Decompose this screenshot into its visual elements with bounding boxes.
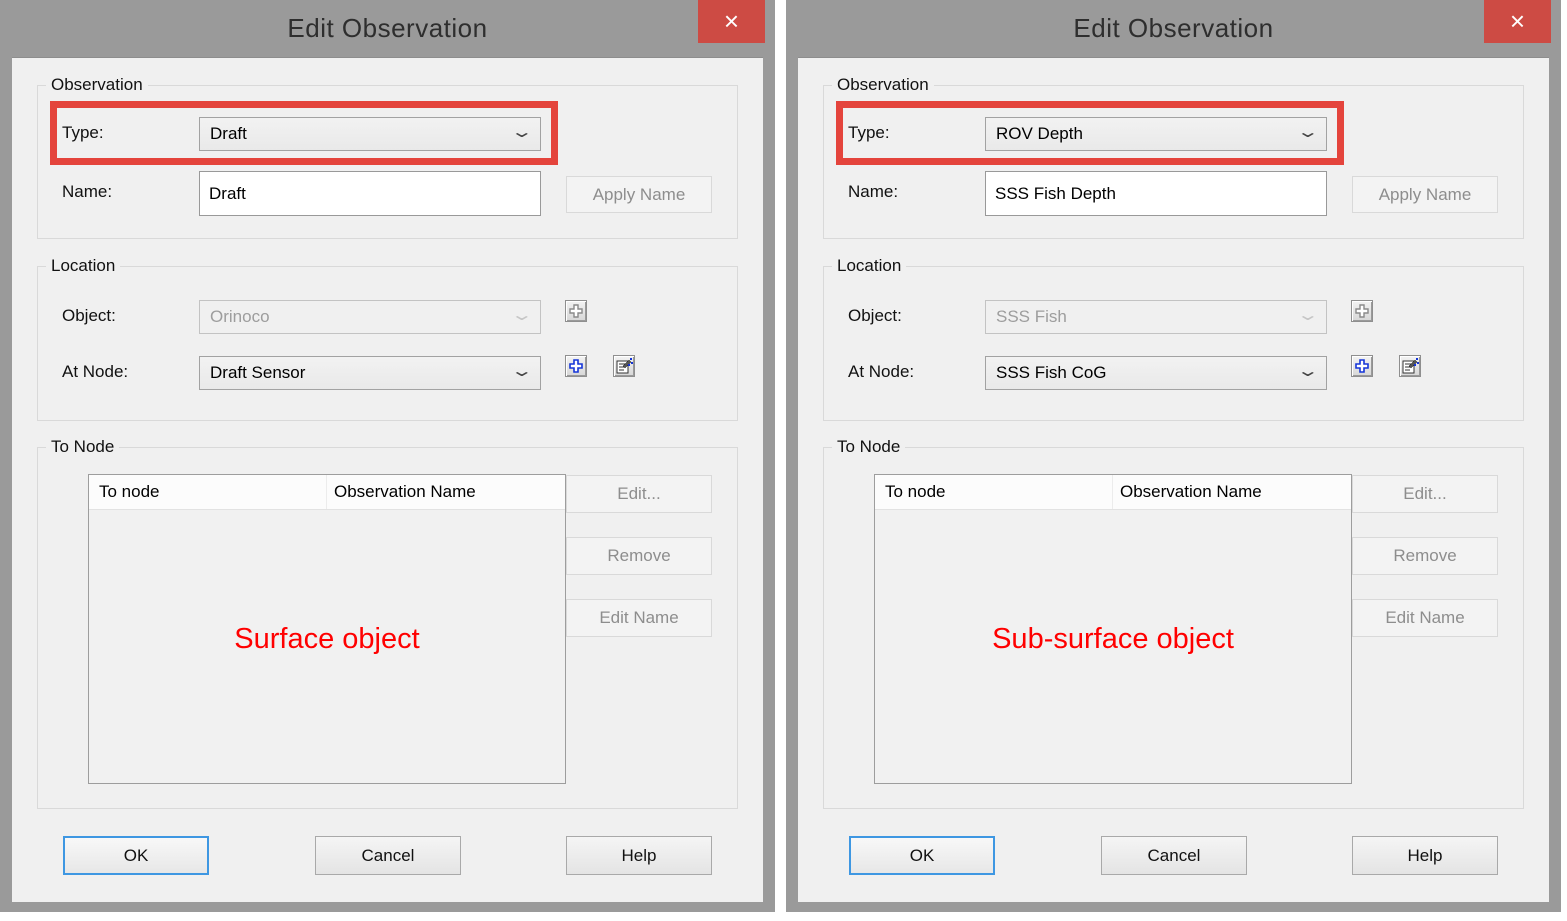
edit-observation-dialog-left: Edit Observation × Observation Type: Dra… (0, 0, 775, 912)
name-input[interactable] (985, 171, 1327, 216)
edit-name-button[interactable]: Edit Name (1352, 599, 1498, 637)
chevron-down-icon: ⌄ (1296, 305, 1320, 325)
to-node-group-label: To Node (832, 437, 905, 457)
edit-name-button[interactable]: Edit Name (566, 599, 712, 637)
chevron-down-icon: ⌄ (1296, 361, 1320, 381)
object-select-value: Orinoco (210, 307, 270, 327)
observation-group-label: Observation (832, 75, 934, 95)
close-button[interactable]: × (698, 0, 765, 43)
apply-name-button[interactable]: Apply Name (566, 176, 712, 213)
add-node-icon (568, 358, 584, 374)
type-select-value: Draft (210, 124, 247, 144)
dialog-title: Edit Observation (287, 13, 487, 44)
at-node-select[interactable]: SSS Fish CoG ⌄ (985, 356, 1327, 390)
edit-node-properties-button[interactable] (613, 355, 635, 377)
close-button[interactable]: × (1484, 0, 1551, 43)
close-icon: × (724, 6, 739, 37)
dialog-panel: Observation Type: ROV Depth ⌄ Name: Appl… (798, 57, 1549, 902)
object-label: Object: (848, 306, 902, 326)
type-select[interactable]: ROV Depth ⌄ (985, 117, 1327, 151)
help-button[interactable]: Help (1352, 836, 1498, 875)
column-header-observation-name[interactable]: Observation Name (1113, 475, 1351, 509)
edit-node-properties-icon (1401, 357, 1419, 375)
to-node-table-header: To node Observation Name (875, 475, 1351, 510)
object-label: Object: (62, 306, 116, 326)
dialog-panel: Observation Type: Draft ⌄ Name: Apply Na… (12, 57, 763, 902)
add-object-button[interactable] (565, 300, 587, 322)
type-select-value: ROV Depth (996, 124, 1083, 144)
to-node-table[interactable]: To node Observation Name Surface object (88, 474, 566, 784)
titlebar[interactable]: Edit Observation × (0, 0, 775, 57)
observation-group-label: Observation (46, 75, 148, 95)
ok-button[interactable]: OK (63, 836, 209, 875)
edit-button[interactable]: Edit... (1352, 475, 1498, 513)
chevron-down-icon: ⌄ (510, 122, 534, 142)
object-select-value: SSS Fish (996, 307, 1067, 327)
surface-object-annotation: Surface object (89, 623, 565, 656)
type-label: Type: (848, 123, 890, 143)
help-button[interactable]: Help (566, 836, 712, 875)
close-icon: × (1510, 6, 1525, 37)
name-label: Name: (62, 182, 112, 202)
sub-surface-object-annotation: Sub-surface object (875, 623, 1351, 656)
cancel-button[interactable]: Cancel (315, 836, 461, 875)
column-header-to-node[interactable]: To node (875, 475, 1113, 509)
type-select[interactable]: Draft ⌄ (199, 117, 541, 151)
column-header-observation-name[interactable]: Observation Name (327, 475, 565, 509)
edit-button[interactable]: Edit... (566, 475, 712, 513)
add-node-button[interactable] (1351, 355, 1373, 377)
remove-button[interactable]: Remove (566, 537, 712, 575)
add-object-icon (1354, 303, 1370, 319)
ok-button[interactable]: OK (849, 836, 995, 875)
name-input[interactable] (199, 171, 541, 216)
cancel-button[interactable]: Cancel (1101, 836, 1247, 875)
edit-node-properties-icon (615, 357, 633, 375)
screen: Edit Observation × Observation Type: Dra… (0, 0, 1567, 921)
object-select[interactable]: Orinoco ⌄ (199, 300, 541, 334)
object-select[interactable]: SSS Fish ⌄ (985, 300, 1327, 334)
chevron-down-icon: ⌄ (1296, 122, 1320, 142)
add-node-button[interactable] (565, 355, 587, 377)
titlebar[interactable]: Edit Observation × (786, 0, 1561, 57)
chevron-down-icon: ⌄ (510, 361, 534, 381)
dialog-title: Edit Observation (1073, 13, 1273, 44)
type-label: Type: (62, 123, 104, 143)
at-node-select-value: Draft Sensor (210, 363, 305, 383)
name-label: Name: (848, 182, 898, 202)
add-node-icon (1354, 358, 1370, 374)
apply-name-button[interactable]: Apply Name (1352, 176, 1498, 213)
to-node-table[interactable]: To node Observation Name Sub-surface obj… (874, 474, 1352, 784)
chevron-down-icon: ⌄ (510, 305, 534, 325)
to-node-table-header: To node Observation Name (89, 475, 565, 510)
edit-observation-dialog-right: Edit Observation × Observation Type: ROV… (786, 0, 1561, 912)
add-object-icon (568, 303, 584, 319)
remove-button[interactable]: Remove (1352, 537, 1498, 575)
location-group-label: Location (832, 256, 906, 276)
location-group: Location (37, 266, 738, 421)
to-node-group-label: To Node (46, 437, 119, 457)
at-node-label: At Node: (62, 362, 128, 382)
location-group: Location (823, 266, 1524, 421)
column-header-to-node[interactable]: To node (89, 475, 327, 509)
location-group-label: Location (46, 256, 120, 276)
add-object-button[interactable] (1351, 300, 1373, 322)
at-node-select-value: SSS Fish CoG (996, 363, 1107, 383)
at-node-label: At Node: (848, 362, 914, 382)
at-node-select[interactable]: Draft Sensor ⌄ (199, 356, 541, 390)
edit-node-properties-button[interactable] (1399, 355, 1421, 377)
